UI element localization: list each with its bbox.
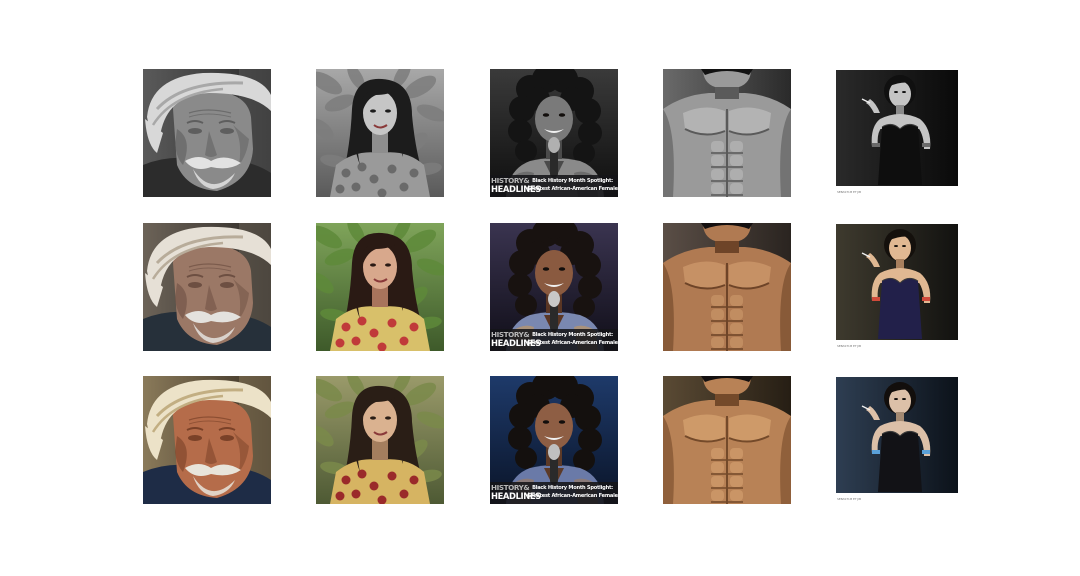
elderly-man-photo-r2 <box>143 223 271 351</box>
headline-text: Black History Month Spotlight: Greatest A… <box>527 484 618 500</box>
elderly-man-photo-r1 <box>143 69 271 197</box>
headline-banner: HISTORY& HEADLINES Black History Month Spo… <box>490 175 618 197</box>
headline-line-2: Greatest African-American Female Singers… <box>527 340 618 346</box>
woman-foliage-photo-image <box>316 69 444 197</box>
brand-logo: HISTORY& HEADLINES <box>491 483 541 501</box>
elderly-man-photo-image <box>143 223 271 351</box>
woman-dress-photo-image <box>836 223 964 351</box>
brand-line-2: HEADLINES <box>491 491 541 501</box>
woman-dress-photo-r2 <box>836 223 964 351</box>
headline-banner: HISTORY& HEADLINES Black History Month Spo… <box>490 482 618 504</box>
brand-line-2: HEADLINES <box>491 338 541 348</box>
headline-line-1: Black History Month Spotlight: <box>532 178 613 184</box>
singer-photo-r1: HISTORY& HEADLINES Black History Month Spo… <box>490 69 618 197</box>
woman-dress-photo-image <box>836 69 964 197</box>
elderly-man-photo-r3 <box>143 376 271 504</box>
muscular-man-photo-image <box>663 69 791 197</box>
headline-banner: HISTORY& HEADLINES Black History Month Spo… <box>490 329 618 351</box>
image-grid: HISTORY& HEADLINES Black History Month Spo… <box>0 0 1080 576</box>
headline-line-1: Black History Month Spotlight: <box>532 332 613 338</box>
brand-logo: HISTORY& HEADLINES <box>491 330 541 348</box>
brand-line-2: HEADLINES <box>491 184 541 194</box>
woman-dress-photo-r3 <box>836 376 964 504</box>
muscular-man-photo-r1 <box>663 69 791 197</box>
woman-dress-photo-image <box>836 376 964 504</box>
muscular-man-photo-r2 <box>663 223 791 351</box>
singer-photo-r3: HISTORY& HEADLINES Black History Month Spo… <box>490 376 618 504</box>
muscular-man-photo-r3 <box>663 376 791 504</box>
woman-foliage-photo-image <box>316 223 444 351</box>
headline-text: Black History Month Spotlight: Greatest A… <box>527 331 618 347</box>
photo-credit-caption: SEBASTI.M ET JIB <box>837 497 861 501</box>
headline-text: Black History Month Spotlight: Greatest A… <box>527 177 618 193</box>
muscular-man-photo-image <box>663 376 791 504</box>
headline-line-2: Greatest African-American Female Singers… <box>527 493 618 499</box>
muscular-man-photo-image <box>663 223 791 351</box>
woman-foliage-photo-r2 <box>316 223 444 351</box>
woman-foliage-photo-r1 <box>316 69 444 197</box>
brand-logo: HISTORY& HEADLINES <box>491 176 541 194</box>
woman-foliage-photo-r3 <box>316 376 444 504</box>
headline-line-2: Greatest African-American Female Singers… <box>527 186 618 192</box>
singer-photo-r2: HISTORY& HEADLINES Black History Month Spo… <box>490 223 618 351</box>
elderly-man-photo-image <box>143 376 271 504</box>
woman-dress-photo-r1 <box>836 69 964 197</box>
elderly-man-photo-image <box>143 69 271 197</box>
photo-credit-caption: SEBASTI.M ET JIB <box>837 190 861 194</box>
headline-line-1: Black History Month Spotlight: <box>532 485 613 491</box>
woman-foliage-photo-image <box>316 376 444 504</box>
photo-credit-caption: SEBASTI.M ET JIB <box>837 344 861 348</box>
